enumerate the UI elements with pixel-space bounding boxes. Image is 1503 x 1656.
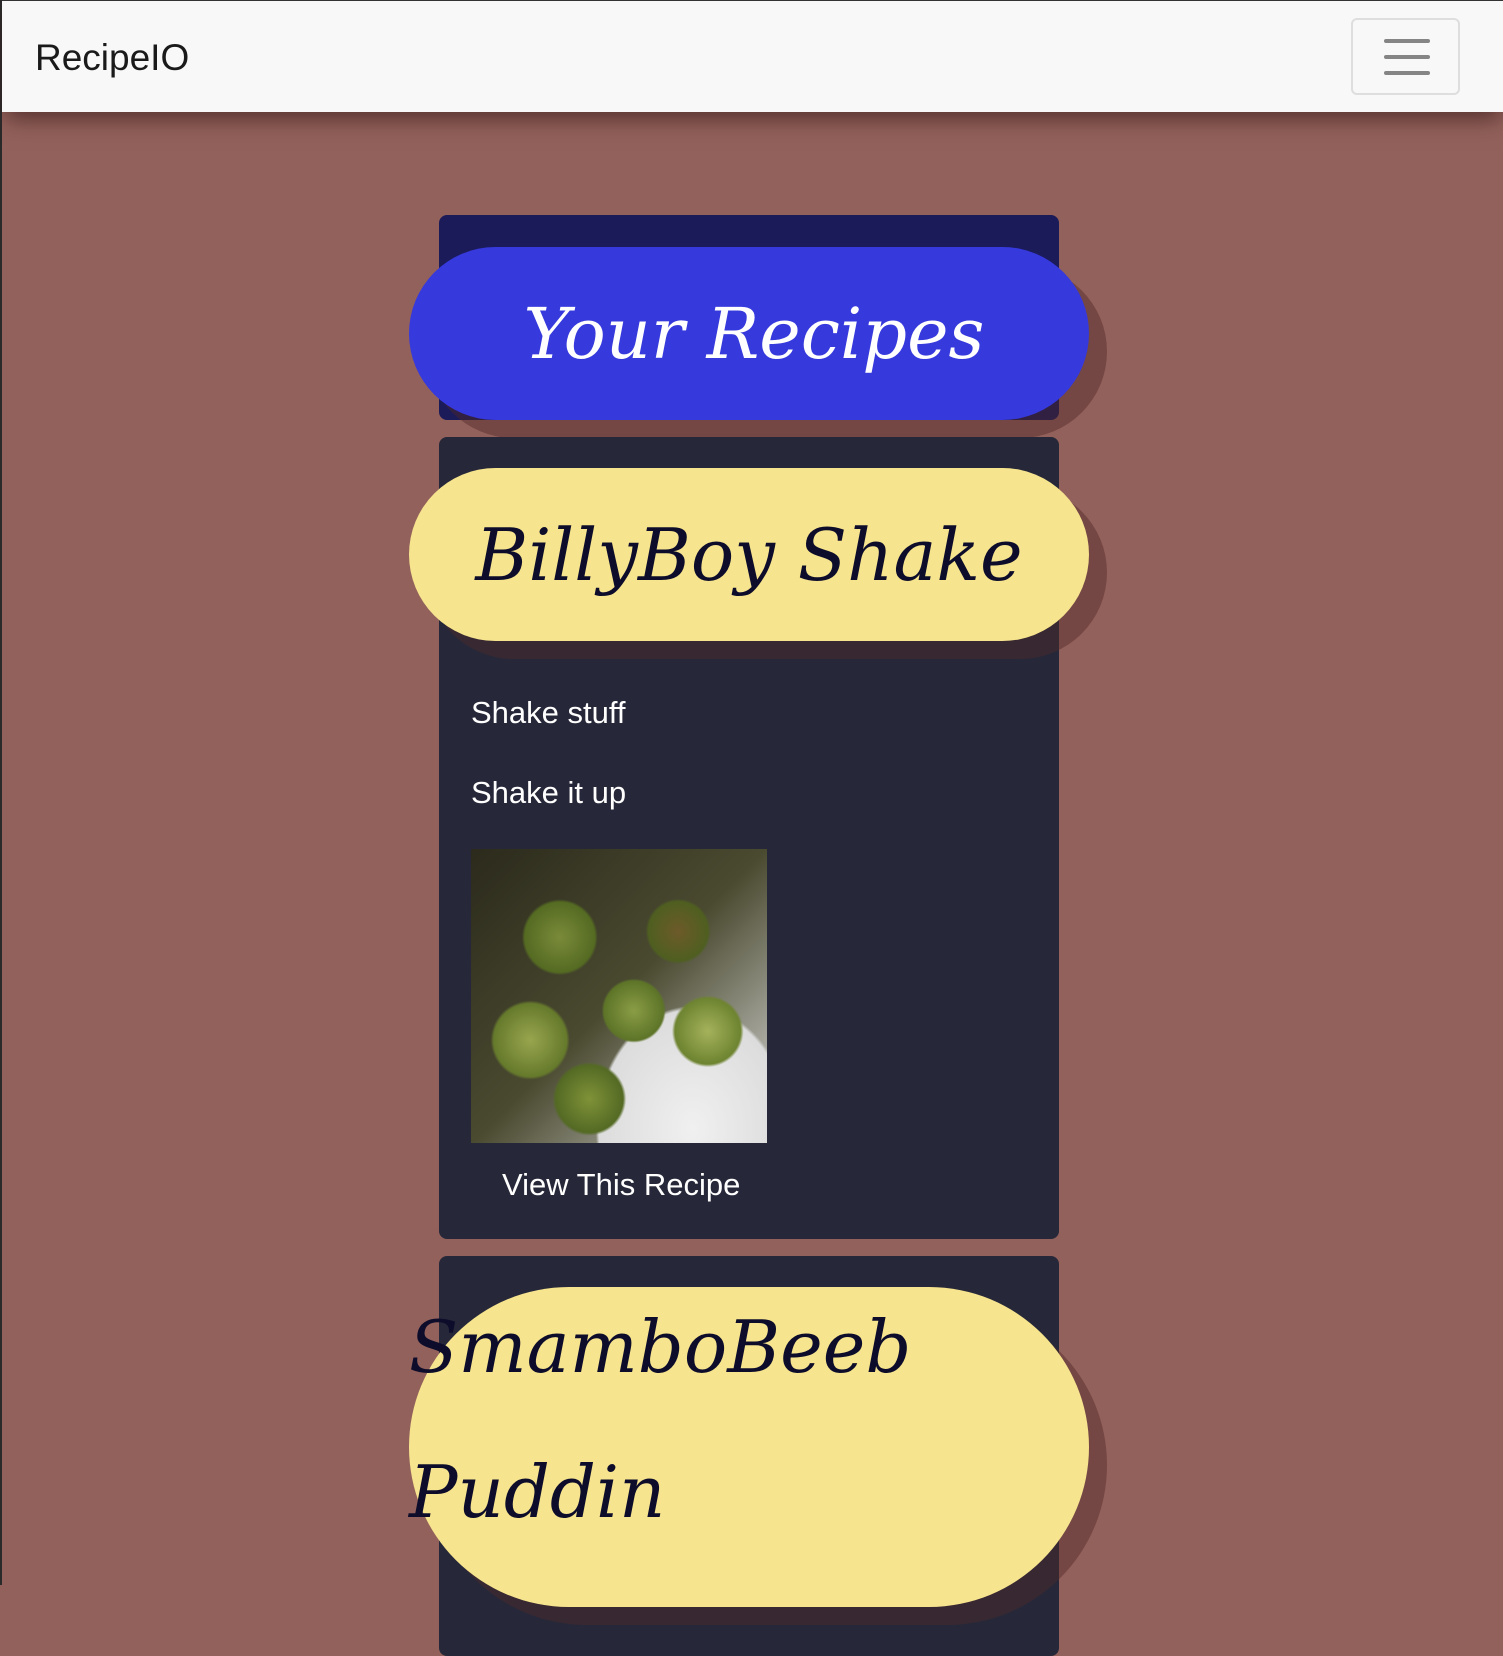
recipe-title: BillyBoy Shake xyxy=(475,512,1023,597)
hamburger-line xyxy=(1384,55,1430,59)
recipe-card: BillyBoy Shake Shake stuff Shake it up V… xyxy=(409,437,1089,1239)
navbar-toggle-button[interactable] xyxy=(1351,18,1460,95)
brand-link[interactable]: RecipeIO xyxy=(35,37,189,79)
page-title: Your Recipes xyxy=(523,292,985,375)
recipe-title: SmamboBeeb Puddin xyxy=(409,1305,912,1534)
recipe-image xyxy=(471,849,767,1143)
recipe-instructions: Shake it up xyxy=(471,775,627,810)
hamburger-menu-icon xyxy=(1384,39,1430,43)
recipe-title-pill: BillyBoy Shake xyxy=(409,468,1089,641)
hamburger-line xyxy=(1384,71,1430,75)
recipe-card: SmamboBeeb Puddin xyxy=(409,1256,1089,1656)
view-recipe-link[interactable]: View This Recipe xyxy=(502,1167,740,1203)
header-pill: Your Recipes xyxy=(409,247,1089,420)
navbar: RecipeIO xyxy=(2,0,1503,112)
recipe-title-pill: SmamboBeeb Puddin xyxy=(409,1287,1089,1607)
header-card: Your Recipes xyxy=(409,215,1089,420)
recipe-ingredients: Shake stuff xyxy=(471,695,626,730)
